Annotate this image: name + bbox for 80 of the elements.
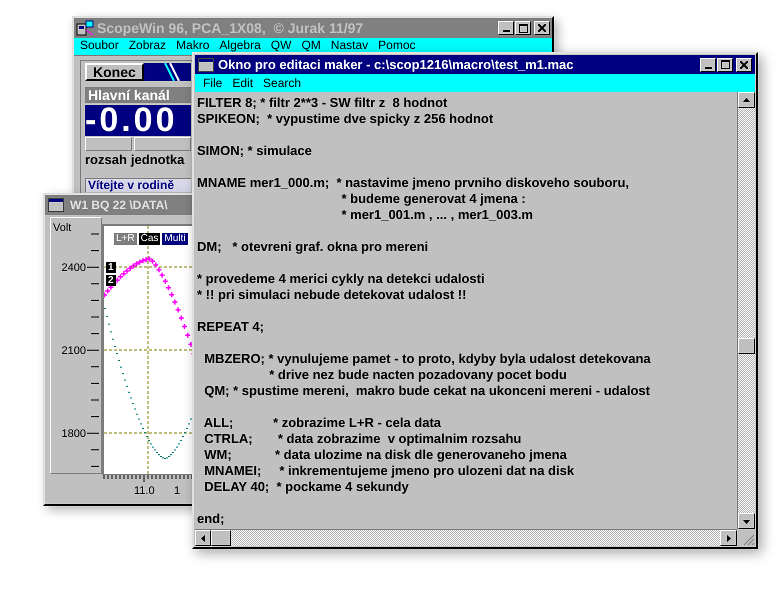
close-icon — [538, 24, 546, 32]
code-line: SPIKEON; * vypustime dve spicky z 256 hodnot — [197, 111, 494, 127]
menu-item[interactable]: File — [203, 74, 222, 92]
arrow-icon — [743, 96, 750, 104]
axis-label: 1800 — [62, 428, 86, 440]
maximize-icon — [720, 60, 730, 69]
menu-item[interactable]: Search — [263, 74, 302, 92]
code-line: QM; * spustime mereni, makro bude cekat na ukonceni mereni - udalost — [203, 383, 650, 399]
arrow-icon — [200, 534, 206, 542]
mode-tag[interactable]: L+R — [114, 233, 137, 245]
code-line: end; — [197, 511, 224, 527]
resize-grip-icon[interactable] — [743, 534, 755, 546]
channel-marker: 1 — [106, 262, 116, 273]
minimize-button[interactable] — [498, 21, 514, 35]
menu-item[interactable]: QM — [301, 39, 321, 52]
code-line: * mer1_001.m , ... , mer1_003.m — [340, 207, 533, 223]
maximize-button[interactable] — [717, 58, 733, 72]
scroll-thumb[interactable] — [211, 530, 231, 546]
code-line: MNAMEI; * inkrementujeme jmeno pro ulozeni dat na disk — [203, 463, 574, 479]
close-icon — [740, 60, 748, 68]
minimize-icon — [502, 30, 510, 32]
code-line: DELAY 40; * pockame 4 sekundy — [203, 479, 409, 495]
menu-item[interactable]: QW — [270, 39, 292, 52]
app-icon — [76, 20, 94, 36]
minimize-icon — [704, 66, 712, 68]
channel-marker: 2 — [106, 275, 116, 286]
scroll-right-button[interactable] — [720, 530, 737, 546]
close-button[interactable] — [534, 21, 550, 35]
range-box — [85, 137, 132, 151]
code-line: SIMON; * simulace — [197, 143, 312, 159]
vertical-scrollbar[interactable] — [737, 92, 755, 529]
maximize-button[interactable] — [515, 21, 531, 35]
arrow-icon — [725, 534, 732, 542]
axis-label: 2400 — [62, 262, 86, 274]
mode-tag[interactable]: Čas — [138, 233, 160, 245]
menu-item[interactable]: Edit — [232, 74, 254, 92]
code-line: MBZERO; * vynulujeme pamet - to proto, kdyby byla udalost detekovana — [203, 351, 651, 367]
field-label: rozsah — [85, 152, 127, 167]
window-icon — [198, 58, 214, 72]
code-line: * provedeme 4 merici cykly na detekci udalosti — [197, 271, 485, 287]
code-line: CTRLA; * data zobrazime v optimalnim rozsahu — [203, 431, 522, 447]
mode-tag[interactable]: Multi — [162, 233, 188, 245]
axis-label: 2100 — [62, 345, 86, 357]
stripes-icon — [164, 63, 180, 81]
window-icon — [48, 198, 64, 212]
code-line: * !! pri simulaci nebude detekovat udalost !! — [197, 287, 466, 303]
close-button[interactable] — [736, 58, 752, 72]
arrow-icon — [743, 518, 750, 524]
window-title: W1 BQ 22 \DATA\ — [70, 197, 168, 214]
scroll-down-button[interactable] — [738, 513, 755, 529]
code-line: ALL; * zobrazime L+R - cela data — [202, 415, 442, 431]
code-line: * drive nez bude nacten pozadovany pocet bodu — [268, 367, 567, 383]
window-title: ScopeWin 96, PCA_1X08, © Jurak 11/97 — [97, 18, 364, 38]
code-line: MNAME mer1_000.m; * nastavime jmeno prvniho diskoveho souboru, — [197, 175, 629, 191]
horizontal-scrollbar[interactable] — [195, 529, 737, 546]
minimize-button[interactable] — [700, 58, 716, 72]
scroll-left-button[interactable] — [195, 530, 211, 546]
scroll-up-button[interactable] — [738, 92, 755, 108]
code-line: DM; * otevreni graf. okna pro mereni — [197, 239, 428, 255]
exit-button[interactable]: Konec — [85, 63, 144, 81]
menu-item[interactable]: Algebra — [219, 39, 261, 52]
code-line: * budeme generovat 4 jmena : — [340, 191, 526, 207]
menu-item[interactable]: Pomoc — [378, 39, 416, 52]
channel-label: Hlavní kanál — [85, 87, 191, 103]
axis-unit: Volt — [53, 221, 72, 236]
menu-item[interactable]: Soubor — [80, 39, 119, 52]
menu-item[interactable]: Zobraz — [128, 39, 166, 52]
axis-label: 11.0 — [134, 484, 155, 499]
field-label: jednotka — [130, 152, 184, 167]
code-line: FILTER 8; * filtr 2**3 - SW filtr z 8 hodnot — [197, 95, 448, 111]
code-line: REPEAT 4; — [197, 319, 264, 335]
menu-item[interactable]: Makro — [176, 39, 210, 52]
scroll-thumb[interactable] — [738, 338, 755, 354]
axis-label: 1 — [174, 484, 180, 499]
welcome-text: Vítejte v rodině — [85, 178, 191, 192]
maximize-icon — [518, 24, 528, 32]
value-display: -0.00 — [85, 105, 191, 136]
window-title: Okno pro editaci maker - c:\scop1216\macro\test_m1.mac — [218, 56, 574, 74]
code-line: WM; * data ulozime na disk dle generovaneho jmena — [203, 447, 567, 463]
menu-item[interactable]: Nastav — [330, 39, 368, 52]
